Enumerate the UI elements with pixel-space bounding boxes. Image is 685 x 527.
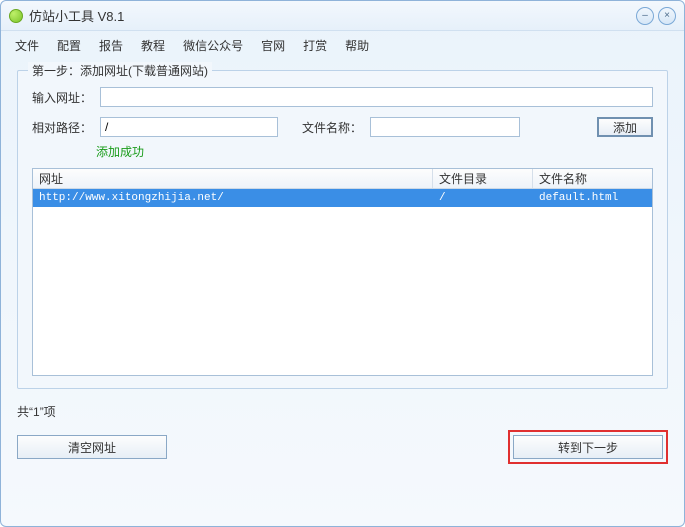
minimize-button[interactable]: – bbox=[636, 7, 654, 25]
footer-area: 共“1”项 清空网址 转到下一步 bbox=[17, 403, 668, 464]
path-row: 相对路径： 文件名称： 添加 bbox=[32, 117, 653, 137]
next-step-button[interactable]: 转到下一步 bbox=[513, 435, 663, 459]
menu-report[interactable]: 报告 bbox=[99, 37, 123, 54]
path-label: 相对路径： bbox=[32, 119, 92, 136]
url-table: 网址 文件目录 文件名称 http://www.xitongzhijia.net… bbox=[32, 168, 653, 376]
th-dir[interactable]: 文件目录 bbox=[433, 169, 533, 188]
url-label: 输入网址： bbox=[32, 89, 92, 106]
titlebar[interactable]: 仿站小工具 V8.1 – × bbox=[1, 1, 684, 31]
table-header: 网址 文件目录 文件名称 bbox=[33, 169, 652, 189]
clear-button[interactable]: 清空网址 bbox=[17, 435, 167, 459]
menu-official[interactable]: 官网 bbox=[261, 37, 285, 54]
close-button[interactable]: × bbox=[658, 7, 676, 25]
menu-file[interactable]: 文件 bbox=[15, 37, 39, 54]
menu-donate[interactable]: 打赏 bbox=[303, 37, 327, 54]
window-title: 仿站小工具 V8.1 bbox=[29, 6, 636, 25]
success-message: 添加成功 bbox=[96, 143, 653, 160]
add-button[interactable]: 添加 bbox=[597, 117, 653, 137]
app-icon bbox=[9, 9, 23, 23]
cell-fname: default.html bbox=[533, 192, 652, 204]
filename-input[interactable] bbox=[370, 117, 520, 137]
menubar: 文件 配置 报告 教程 微信公众号 官网 打赏 帮助 bbox=[1, 31, 684, 60]
filename-label: 文件名称： bbox=[302, 119, 362, 136]
count-value: 1 bbox=[33, 405, 40, 419]
app-window: 仿站小工具 V8.1 – × 文件 配置 报告 教程 微信公众号 官网 打赏 帮… bbox=[0, 0, 685, 527]
content-area: 第一步：添加网址(下载普通网站) 输入网址： 相对路径： 文件名称： 添加 添加… bbox=[1, 60, 684, 526]
th-url[interactable]: 网址 bbox=[33, 169, 433, 188]
url-input[interactable] bbox=[100, 87, 653, 107]
url-row: 输入网址： bbox=[32, 87, 653, 107]
menu-tutorial[interactable]: 教程 bbox=[141, 37, 165, 54]
step1-legend: 第一步：添加网址(下载普通网站) bbox=[28, 62, 212, 79]
count-prefix: 共“ bbox=[17, 405, 33, 419]
step1-group: 第一步：添加网址(下载普通网站) 输入网址： 相对路径： 文件名称： 添加 添加… bbox=[17, 70, 668, 389]
next-highlight: 转到下一步 bbox=[508, 430, 668, 464]
window-controls: – × bbox=[636, 7, 676, 25]
table-row[interactable]: http://www.xitongzhijia.net/ / default.h… bbox=[33, 189, 652, 207]
menu-wechat[interactable]: 微信公众号 bbox=[183, 37, 243, 54]
item-count: 共“1”项 bbox=[17, 403, 668, 420]
cell-dir: / bbox=[433, 192, 533, 204]
menu-config[interactable]: 配置 bbox=[57, 37, 81, 54]
th-fname[interactable]: 文件名称 bbox=[533, 169, 652, 188]
action-row: 清空网址 转到下一步 bbox=[17, 430, 668, 464]
menu-help[interactable]: 帮助 bbox=[345, 37, 369, 54]
relative-path-input[interactable] bbox=[100, 117, 278, 137]
count-suffix: ”项 bbox=[40, 405, 56, 419]
cell-url: http://www.xitongzhijia.net/ bbox=[33, 192, 433, 204]
